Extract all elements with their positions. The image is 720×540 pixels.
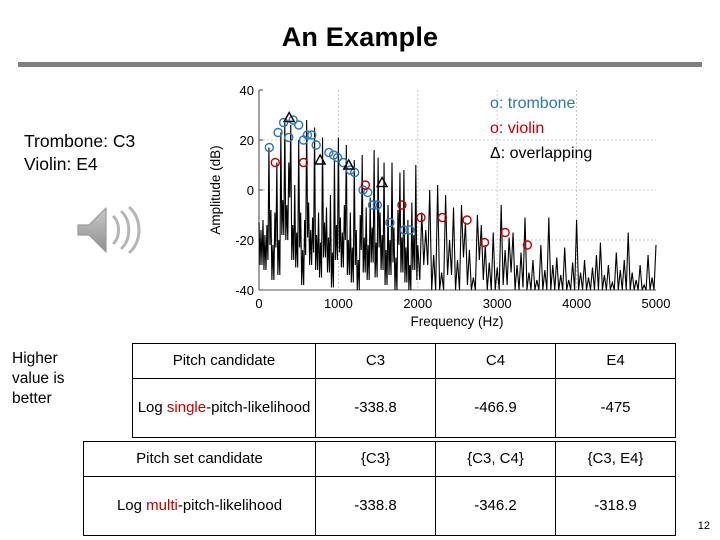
y-tick-label: -40 [235,283,254,298]
single-pitch-likelihood-table: Pitch candidate C3 C4 E4 Log single-pitc… [132,343,676,438]
row-label-single-pitch: Log single-pitch-likelihood [132,378,316,438]
table-row: Pitch candidate C3 C4 E4 [132,343,676,379]
x-tick-label: 1000 [324,296,353,311]
note-line-3: better [12,390,52,407]
label-prefix: Log [137,399,167,416]
table-row: Pitch set candidate {C3} {C3, C4} {C3, E… [83,441,676,477]
y-tick-label: 40 [240,83,254,98]
multi-pitch-likelihood-table: Pitch set candidate {C3} {C3, C4} {C3, E… [83,441,676,536]
value-e4: -475 [555,378,676,438]
header-pitch-candidate: Pitch candidate [132,343,316,379]
spectrum-figure: -40 -20 0 20 40 0 1000 2000 3000 4000 5000 Amplit… [204,72,674,334]
spectrum-plot: -40 -20 0 20 40 0 1000 2000 3000 4000 5000 Amplit… [204,72,674,334]
header-col-2: C4 [435,343,556,379]
y-tick-label: 20 [240,133,254,148]
label-highlight: multi [146,497,178,514]
header-pitch-set-candidate: Pitch set candidate [83,441,316,477]
title-divider [18,62,702,67]
legend-entry: o: trombone [490,95,575,112]
header-col-3: E4 [555,343,676,379]
value-c3: -338.8 [315,378,436,438]
x-tick-label: 2000 [403,296,432,311]
header-set-col-1: {C3} [315,441,436,477]
x-tick-label: 3000 [483,296,512,311]
header-col-1: C3 [315,343,436,379]
y-tick-label: 0 [247,183,254,198]
label-suffix: -pitch-likelihood [206,399,311,416]
page-title: An Example [281,22,439,52]
label-highlight: single [166,399,207,416]
label-prefix: Log [116,497,147,514]
row-label-multi-pitch: Log multi-pitch-likelihood [83,476,316,536]
header-set-col-3: {C3, E4} [555,441,676,477]
slide-canvas: An Example Trombone: C3 Violin: E4 -40 -… [0,0,720,540]
value-set-c3: -338.8 [315,476,436,536]
legend-entry: o: violin [490,120,544,137]
value-set-c3e4: -318.9 [555,476,676,536]
value-c4: -466.9 [435,378,556,438]
higher-is-better-note: Higher value is better [12,349,132,409]
caption-line-violin: Violin: E4 [24,154,98,174]
x-tick-label: 5000 [642,296,671,311]
x-axis-label: Frequency (Hz) [410,314,503,329]
x-tick-label: 0 [255,296,262,311]
legend-entry: Δ: overlapping [490,145,592,162]
note-line-1: Higher [12,350,58,367]
value-set-c3c4: -346.2 [435,476,556,536]
table-row: Log multi-pitch-likelihood -338.8 -346.2… [83,476,676,536]
note-line-2: value is [12,370,65,387]
label-suffix: -pitch-likelihood [177,497,283,514]
table-row: Log single-pitch-likelihood -338.8 -466.… [132,378,676,438]
header-set-col-2: {C3, C4} [435,441,556,477]
instrument-caption: Trombone: C3 Violin: E4 [24,130,214,176]
speaker-icon[interactable] [72,200,156,262]
page-number: 12 [697,520,710,532]
y-axis-label: Amplitude (dB) [208,145,223,234]
caption-line-trombone: Trombone: C3 [24,131,136,151]
x-tick-label: 4000 [562,296,591,311]
y-tick-label: -20 [235,233,254,248]
